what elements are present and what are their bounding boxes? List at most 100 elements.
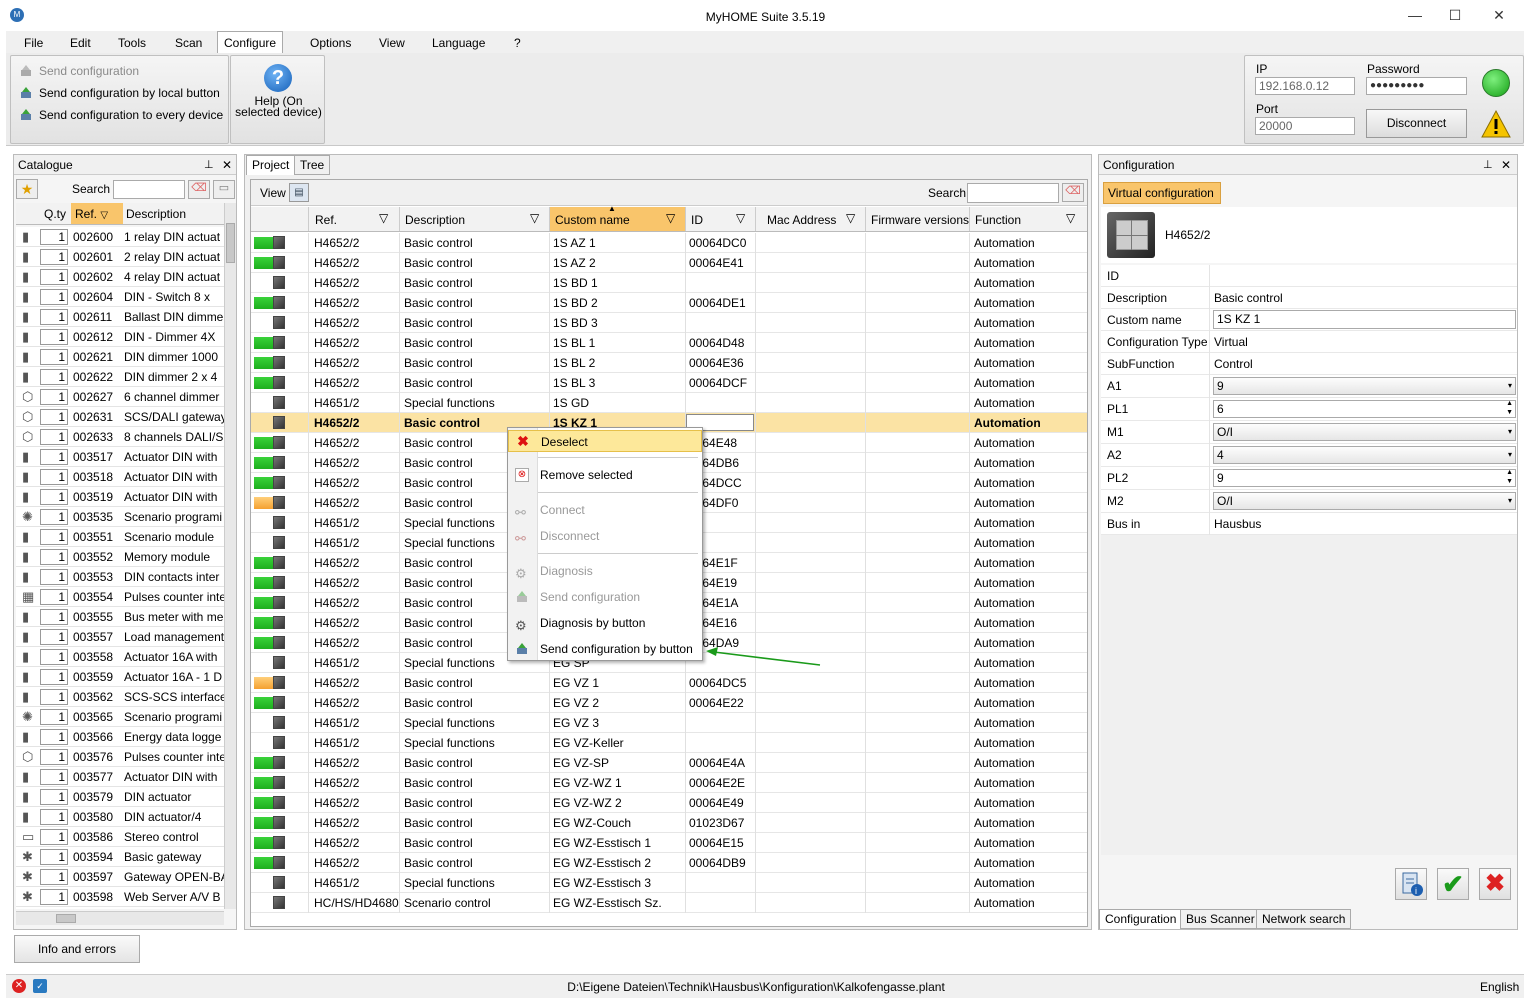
table-row[interactable]: HC/HS/HD4680 Scenario control EG WZ-Esstis…	[251, 893, 1087, 913]
qty-input[interactable]: 1	[40, 709, 68, 725]
chevron-down-icon[interactable]: ▾	[1508, 378, 1512, 394]
qty-input[interactable]: 1	[40, 309, 68, 325]
filter-icon[interactable]: ▽	[736, 211, 745, 225]
catalogue-row[interactable]: ✺ 1 003535 Scenario programi	[16, 507, 224, 527]
menu-help[interactable]: ?	[508, 34, 527, 52]
send-local-button[interactable]: Send configuration by local button	[17, 84, 220, 102]
qty-input[interactable]: 1	[40, 669, 68, 685]
filter-icon[interactable]: ▽	[846, 211, 855, 225]
table-row[interactable]: H4651/2 Special functions 1S GD Automation	[251, 393, 1087, 413]
qty-input[interactable]: 1	[40, 789, 68, 805]
catalogue-row[interactable]: ▮ 1 003559 Actuator 16A - 1 D	[16, 667, 224, 687]
table-row[interactable]: H4652/2 Basic control 1S BD 3 Automation	[251, 313, 1087, 333]
menu-scan[interactable]: Scan	[169, 34, 208, 52]
qty-input[interactable]: 1	[40, 829, 68, 845]
property-combo[interactable]: 9 ▾	[1213, 377, 1516, 395]
favorite-star-icon[interactable]: ★	[16, 179, 38, 199]
tab-network-search[interactable]: Network search	[1256, 909, 1352, 929]
tab-bus-scanner[interactable]: Bus Scanner	[1180, 909, 1261, 929]
col-custom-name[interactable]: Custom name ▲ ▽	[549, 204, 685, 231]
cancel-x-icon[interactable]: ✖	[1479, 868, 1511, 900]
qty-input[interactable]: 1	[40, 809, 68, 825]
property-combo[interactable]: 4 ▾	[1213, 446, 1516, 464]
col-ref[interactable]: Ref. ▽	[71, 203, 123, 224]
col-firmware[interactable]: Firmware versions	[865, 207, 969, 231]
property-value[interactable]: 1S KZ 1	[1213, 310, 1516, 329]
eraser-icon[interactable]: ⌫	[188, 180, 210, 199]
tab-tree[interactable]: Tree	[294, 155, 331, 175]
table-row[interactable]: H4651/2 Special functions EG VZ 3 Automatio…	[251, 713, 1087, 733]
catalogue-row[interactable]: ▮ 1 003580 DIN actuator/4	[16, 807, 224, 827]
qty-input[interactable]: 1	[40, 849, 68, 865]
qty-input[interactable]: 1	[40, 649, 68, 665]
qty-input[interactable]: 1	[40, 769, 68, 785]
table-row[interactable]: H4652/2 Basic control EG VZ-SP 00064E4A Auto…	[251, 753, 1087, 773]
qty-input[interactable]: 1	[40, 449, 68, 465]
scroll-thumb[interactable]	[226, 223, 235, 263]
menu-file[interactable]: File	[18, 34, 49, 52]
device-info-button[interactable]: i	[1395, 868, 1427, 900]
chevron-down-icon[interactable]: ▾	[1508, 447, 1512, 463]
catalogue-row[interactable]: ▮ 1 002622 DIN dimmer 2 x 4	[16, 367, 224, 387]
qty-input[interactable]: 1	[40, 469, 68, 485]
context-remove-selected[interactable]: ⊗ Remove selected	[508, 464, 702, 486]
catalogue-search-input[interactable]	[113, 180, 185, 199]
help-button[interactable]: ? Help (On selected device)	[230, 55, 325, 144]
tab-virtual-configuration[interactable]: Virtual configuration	[1103, 182, 1221, 204]
catalogue-row[interactable]: ▮ 1 003557 Load management	[16, 627, 224, 647]
context-connect[interactable]: ⚯ Connect	[508, 499, 702, 521]
project-search-input[interactable]	[967, 183, 1059, 203]
qty-input[interactable]: 1	[40, 549, 68, 565]
col-desc[interactable]: Description	[126, 207, 186, 221]
col-mac[interactable]: Mac Address ▽	[755, 207, 865, 231]
table-row[interactable]: H4651/2 Special functions EG WZ-Esstisch 3…	[251, 873, 1087, 893]
catalogue-scrollbar[interactable]	[224, 203, 236, 909]
spinner-down-icon[interactable]: ▼	[1506, 478, 1513, 486]
table-row[interactable]: H4652/2 Basic control 1S AZ 1 00064DC0 Autom…	[251, 233, 1087, 253]
catalogue-row[interactable]: ▮ 1 003517 Actuator DIN with	[16, 447, 224, 467]
property-combo[interactable]: O/I ▾	[1213, 423, 1516, 441]
send-configuration-button[interactable]: Send configuration	[17, 62, 139, 80]
qty-input[interactable]: 1	[40, 569, 68, 585]
qty-input[interactable]: 1	[40, 249, 68, 265]
catalogue-hscrollbar[interactable]	[16, 911, 224, 925]
qty-input[interactable]: 1	[40, 269, 68, 285]
catalogue-row[interactable]: ▮ 1 002604 DIN - Switch 8 x	[16, 287, 224, 307]
qty-input[interactable]: 1	[40, 229, 68, 245]
menu-tools[interactable]: Tools	[112, 34, 152, 52]
close-icon[interactable]: ✕	[1501, 155, 1511, 175]
table-row[interactable]: H4652/2 Basic control 1S AZ 2 00064E41 Autom…	[251, 253, 1087, 273]
catalogue-row[interactable]: ▮ 1 003558 Actuator 16A with	[16, 647, 224, 667]
property-spinner[interactable]: 9 ▲ ▼	[1213, 469, 1516, 487]
qty-input[interactable]: 1	[40, 629, 68, 645]
context-deselect[interactable]: ✖ Deselect	[508, 430, 702, 452]
qty-input[interactable]: 1	[40, 369, 68, 385]
spinner-arrows-icon[interactable]: ▲	[1506, 400, 1513, 408]
eraser-icon[interactable]: ⌫	[1062, 183, 1084, 202]
table-row[interactable]: H4652/2 Basic control EG WZ-Esstisch 1 0006…	[251, 833, 1087, 853]
catalogue-row[interactable]: ✱ 1 003598 Web Server A/V B	[16, 887, 224, 907]
catalogue-row[interactable]: ▮ 1 002621 DIN dimmer 1000	[16, 347, 224, 367]
tab-configuration[interactable]: Configuration	[1099, 909, 1183, 929]
qty-input[interactable]: 1	[40, 729, 68, 745]
send-every-device-button[interactable]: Send configuration to every device	[17, 106, 223, 124]
context-send-configuration[interactable]: Send configuration	[508, 586, 702, 608]
col-function[interactable]: Function ▽	[969, 207, 1087, 231]
table-row[interactable]: H4652/2 Basic control EG VZ-WZ 1 00064E2E Au…	[251, 773, 1087, 793]
catalogue-row[interactable]: ▮ 1 002611 Ballast DIN dimme	[16, 307, 224, 327]
table-row[interactable]: H4652/2 Basic control EG WZ-Couch 01023D67 A…	[251, 813, 1087, 833]
filter-icon[interactable]: ▽	[379, 211, 388, 225]
table-row[interactable]: H4652/2 Basic control 1S BD 1 Automation	[251, 273, 1087, 293]
catalogue-row[interactable]: ▦ 1 003554 Pulses counter inte	[16, 587, 224, 607]
close-icon[interactable]: ✕	[222, 155, 232, 175]
menu-language[interactable]: Language	[426, 34, 491, 52]
close-icon[interactable]: ✕	[1484, 4, 1514, 26]
catalogue-row[interactable]: ✱ 1 003594 Basic gateway	[16, 847, 224, 867]
catalogue-row[interactable]: ▮ 1 002601 2 relay DIN actuat	[16, 247, 224, 267]
table-row[interactable]: H4652/2 Basic control EG VZ 1 00064DC5 Autom…	[251, 673, 1087, 693]
col-description[interactable]: Description ▽	[399, 207, 549, 231]
qty-input[interactable]: 1	[40, 749, 68, 765]
property-combo[interactable]: O/I ▾	[1213, 492, 1516, 510]
spinner-arrows-icon[interactable]: ▲	[1506, 469, 1513, 477]
qty-input[interactable]: 1	[40, 409, 68, 425]
